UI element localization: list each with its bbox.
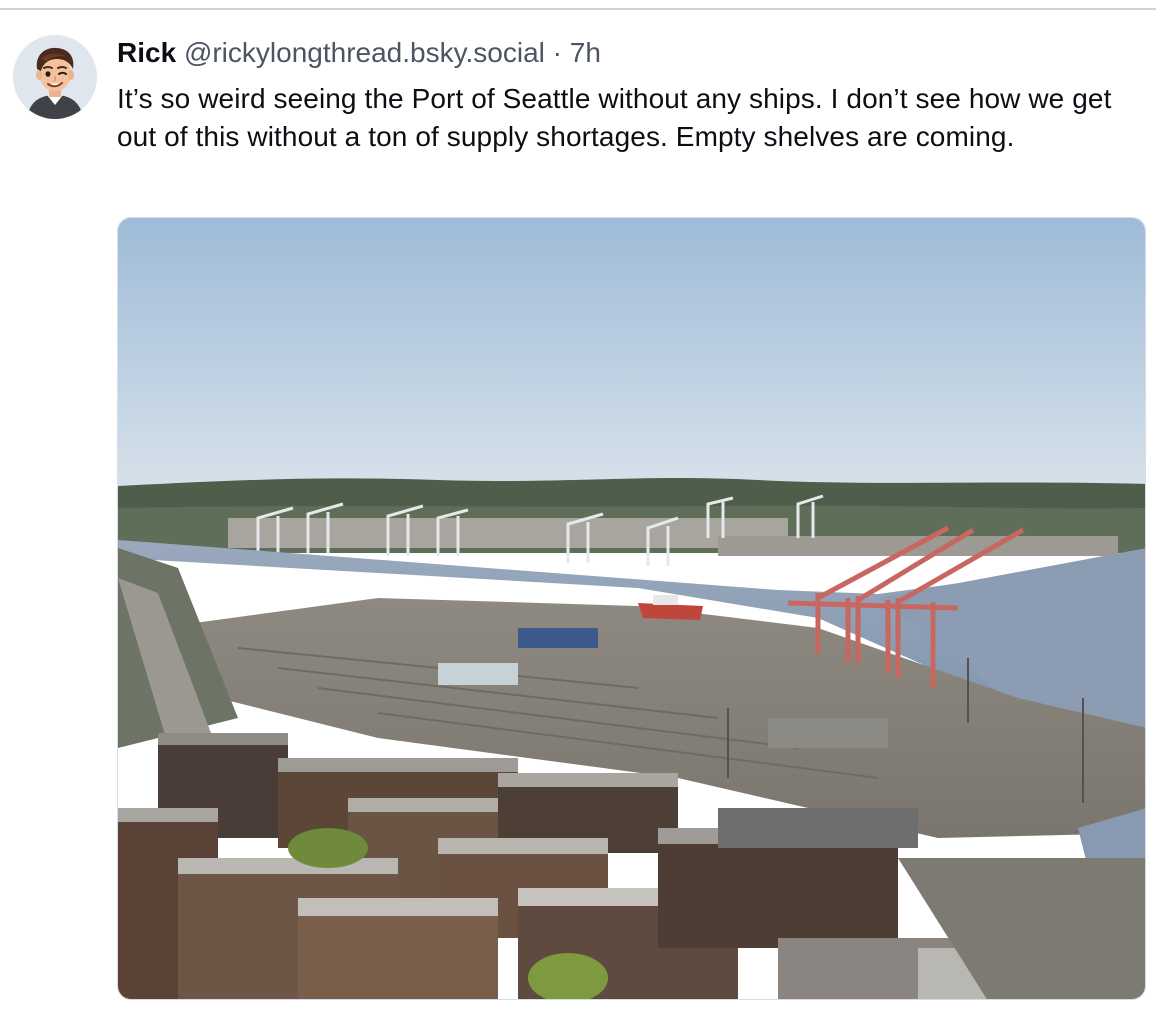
post-image[interactable] [117,217,1146,1000]
top-divider [0,8,1156,10]
cartoon-man-avatar-icon [13,35,97,119]
post-text: It’s so weird seeing the Port of Seattle… [117,83,1112,152]
author-avatar[interactable] [13,35,97,119]
author-handle[interactable]: @rickylongthread.bsky.social [184,37,545,68]
port-aerial-photo-icon [118,218,1145,999]
post-timestamp[interactable]: 7h [570,37,601,68]
separator-dot: · [552,37,562,68]
author-name[interactable]: Rick [117,37,176,68]
post-header: Rick @rickylongthread.bsky.social · 7h [117,34,601,72]
